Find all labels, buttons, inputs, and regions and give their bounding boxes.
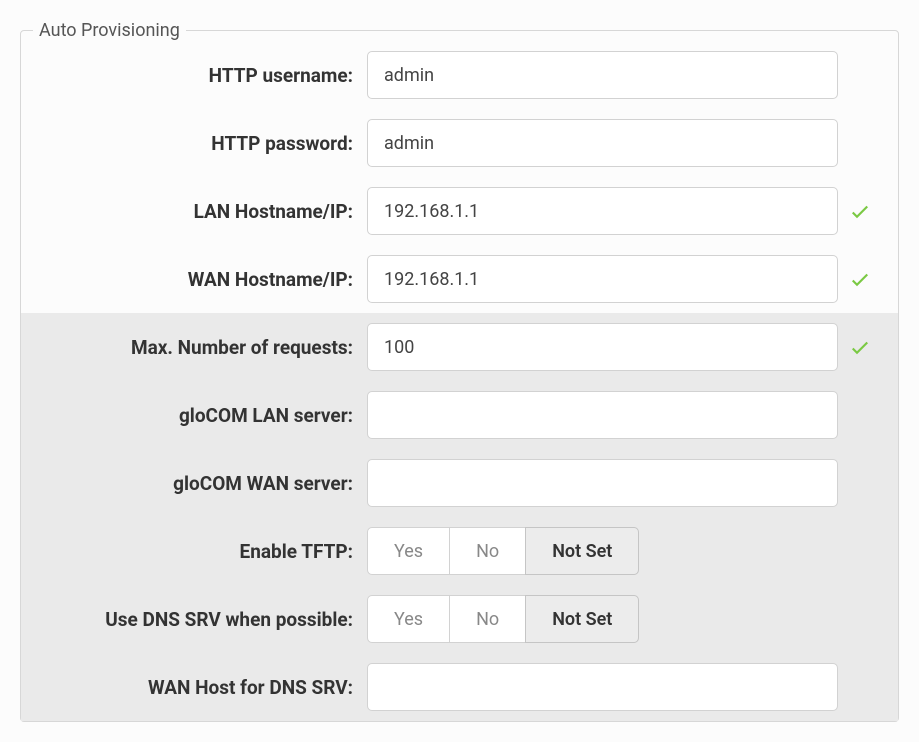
max-requests-input[interactable]: [367, 323, 838, 371]
label-wan-hostname: WAN Hostname/IP:: [37, 268, 367, 291]
enable-tftp-toggle: Yes No Not Set: [367, 527, 639, 575]
row-max-requests: Max. Number of requests:: [21, 313, 898, 381]
label-enable-tftp: Enable TFTP:: [37, 540, 367, 563]
enable-tftp-notset-button[interactable]: Not Set: [525, 527, 639, 575]
wan-hostname-status: [838, 267, 882, 291]
label-http-password: HTTP password:: [37, 132, 367, 155]
enable-tftp-no-button[interactable]: No: [449, 527, 526, 575]
use-dns-srv-no-button[interactable]: No: [449, 595, 526, 643]
use-dns-srv-notset-button[interactable]: Not Set: [525, 595, 639, 643]
enable-tftp-yes-button[interactable]: Yes: [367, 527, 450, 575]
row-enable-tftp: Enable TFTP: Yes No Not Set: [21, 517, 898, 585]
label-max-requests: Max. Number of requests:: [37, 336, 367, 359]
check-icon: [848, 267, 872, 291]
row-use-dns-srv: Use DNS SRV when possible: Yes No Not Se…: [21, 585, 898, 653]
label-http-username: HTTP username:: [37, 64, 367, 87]
max-requests-status: [838, 335, 882, 359]
check-icon: [848, 199, 872, 223]
row-glocom-wan: gloCOM WAN server:: [21, 449, 898, 517]
use-dns-srv-yes-button[interactable]: Yes: [367, 595, 450, 643]
lan-hostname-status: [838, 199, 882, 223]
label-wan-host-srv: WAN Host for DNS SRV:: [37, 676, 367, 699]
label-glocom-lan: gloCOM LAN server:: [37, 404, 367, 427]
label-use-dns-srv: Use DNS SRV when possible:: [37, 608, 367, 631]
check-icon: [848, 335, 872, 359]
auto-provisioning-fieldset: Auto Provisioning HTTP username: HTTP pa…: [20, 20, 899, 722]
row-glocom-lan: gloCOM LAN server:: [21, 381, 898, 449]
row-wan-host-srv: WAN Host for DNS SRV:: [21, 653, 898, 721]
http-username-input[interactable]: [367, 51, 838, 99]
row-http-password: HTTP password:: [21, 109, 898, 177]
use-dns-srv-toggle: Yes No Not Set: [367, 595, 639, 643]
wan-hostname-input[interactable]: [367, 255, 838, 303]
http-password-input[interactable]: [367, 119, 838, 167]
label-lan-hostname: LAN Hostname/IP:: [37, 200, 367, 223]
row-wan-hostname: WAN Hostname/IP:: [21, 245, 898, 313]
glocom-lan-input[interactable]: [367, 391, 838, 439]
row-lan-hostname: LAN Hostname/IP:: [21, 177, 898, 245]
row-http-username: HTTP username:: [21, 41, 898, 109]
lan-hostname-input[interactable]: [367, 187, 838, 235]
label-glocom-wan: gloCOM WAN server:: [37, 472, 367, 495]
fieldset-legend: Auto Provisioning: [33, 20, 186, 41]
glocom-wan-input[interactable]: [367, 459, 838, 507]
